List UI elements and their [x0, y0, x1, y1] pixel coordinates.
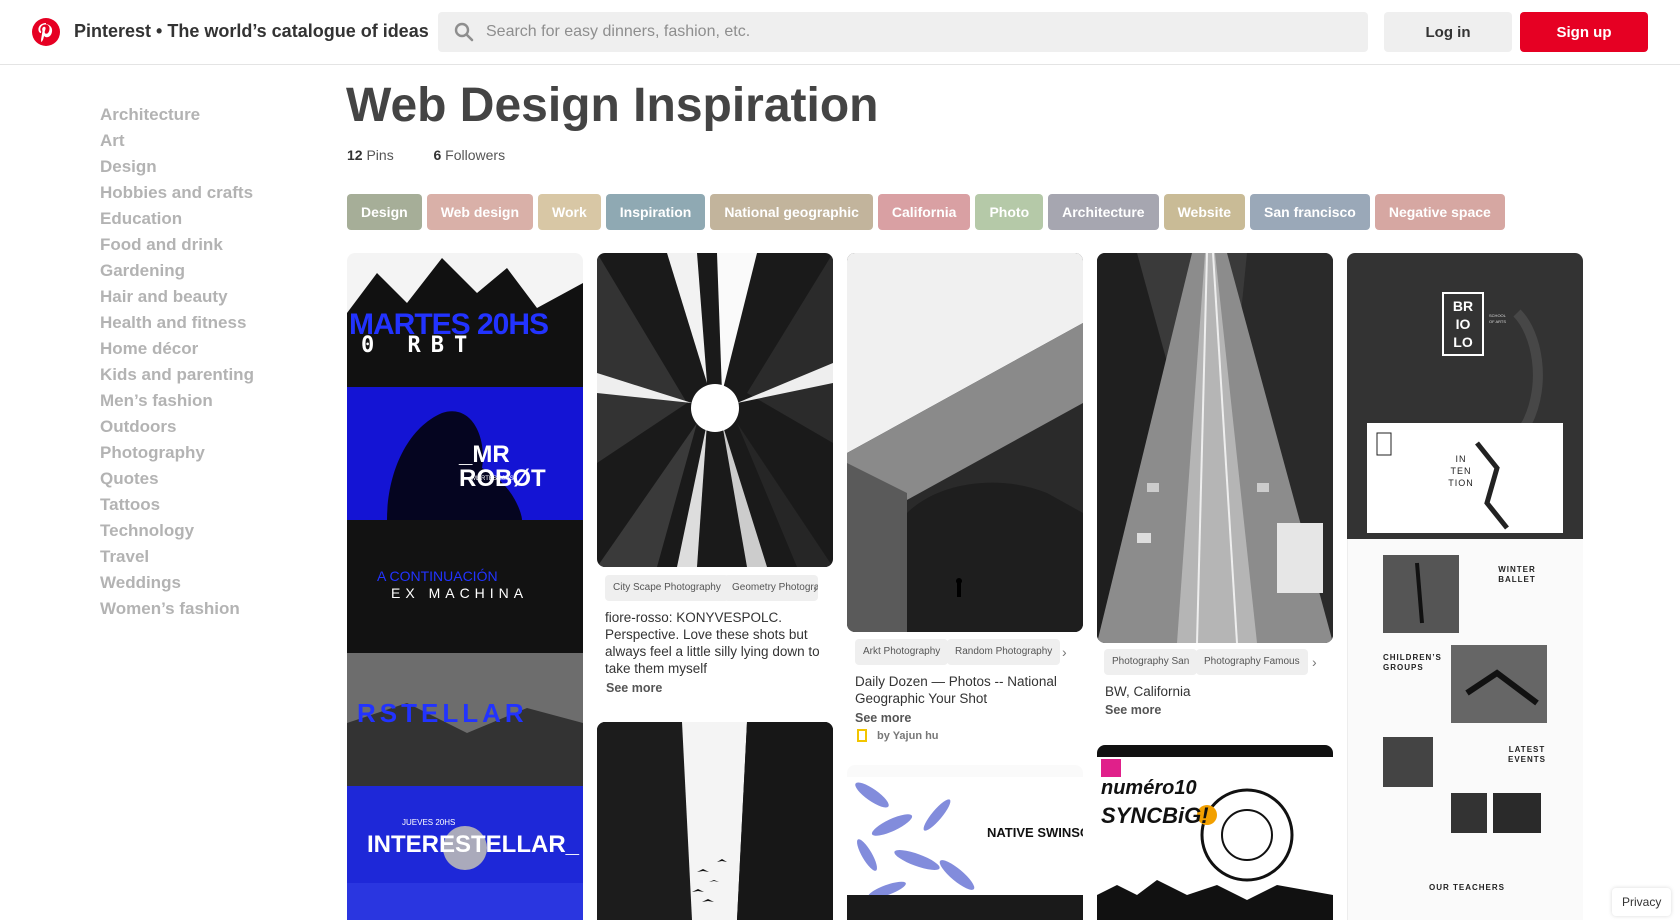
sidebar-item-kids[interactable]: Kids and parenting [100, 362, 310, 388]
pin-mr-robot-image[interactable]: MARTES 20HS 0 RBT _MR ROBØT MARTES 20HS … [347, 253, 583, 920]
privacy-link[interactable]: Privacy [1612, 888, 1672, 916]
pin-city-see-more[interactable]: See more [606, 681, 662, 695]
sidebar-item-gardening[interactable]: Gardening [100, 258, 310, 284]
jueves-text: JUEVES 20HS [402, 818, 456, 827]
tag-inspiration[interactable]: Inspiration [605, 194, 706, 230]
search-bar[interactable] [438, 12, 1368, 52]
board-title: Web Design Inspiration [346, 79, 879, 132]
pin-numero-headline: numéro10 [1101, 777, 1197, 799]
tag-california[interactable]: California [877, 194, 971, 230]
mr-robot-logo-text: _MR ROBØT [459, 441, 546, 492]
ex-machina-text: EX MACHINA [391, 585, 529, 601]
board-stats: 12 Pins 6 Followers [347, 147, 505, 163]
pin-bridge-natgeo-icon [857, 729, 867, 742]
followers-count[interactable]: 6 [433, 147, 441, 163]
pin-city-chip-1[interactable]: City Scape Photography [605, 575, 729, 601]
pin-briolo-children: CHILDREN’S GROUPS [1383, 653, 1442, 672]
sidebar-item-quotes[interactable]: Quotes [100, 466, 310, 492]
pin-bridge-chevron-icon[interactable]: › [1062, 644, 1067, 660]
pin-briolo-teachers: OUR TEACHERS [1428, 883, 1505, 892]
sidebar-item-outdoors[interactable]: Outdoors [100, 414, 310, 440]
tag-national-geographic[interactable]: National geographic [710, 194, 873, 230]
sidebar-item-health[interactable]: Health and fitness [100, 310, 310, 336]
sidebar-item-hair-beauty[interactable]: Hair and beauty [100, 284, 310, 310]
pin-native-image[interactable]: NATIVE SWINSO [847, 765, 1083, 920]
pin-bridge-image[interactable] [847, 253, 1083, 632]
sidebar-item-hobbies[interactable]: Hobbies and crafts [100, 180, 310, 206]
pin-street-see-more[interactable]: See more [1105, 703, 1161, 717]
pin-city-chevron-icon[interactable]: › [813, 580, 818, 596]
mr-robot-martes-small: MARTES 20HS [472, 476, 514, 482]
login-button[interactable]: Log in [1384, 12, 1512, 52]
tag-photo[interactable]: Photo [975, 194, 1044, 230]
pin-city-description[interactable]: fiore-rosso: KONYVESPOLC. Perspective. L… [605, 609, 825, 677]
tag-san-francisco[interactable]: San francisco [1250, 194, 1370, 230]
pin-alley-image[interactable] [597, 722, 833, 920]
continuacion-text: A CONTINUACIÓN [377, 568, 498, 584]
signup-button[interactable]: Sign up [1520, 12, 1648, 52]
category-sidebar: Architecture Art Design Hobbies and craf… [100, 102, 310, 622]
sidebar-item-womens-fashion[interactable]: Women’s fashion [100, 596, 310, 622]
sidebar-item-art[interactable]: Art [100, 128, 310, 154]
pin-street-chip-2[interactable]: Photography Famous [1196, 649, 1308, 675]
pin-city-chip-2[interactable]: Geometry Photography [724, 575, 818, 601]
pin-numero-image[interactable]: numéro10 SYNCBiG! [1097, 745, 1333, 920]
sidebar-item-mens-fashion[interactable]: Men’s fashion [100, 388, 310, 414]
top-bar: Pinterest • The world’s catalogue of ide… [0, 0, 1680, 65]
pins-label: Pins [366, 147, 394, 163]
search-input[interactable] [486, 12, 1346, 52]
sidebar-item-tattoos[interactable]: Tattoos [100, 492, 310, 518]
pin-bridge-byline[interactable]: by Yajun hu [877, 730, 939, 742]
tag-web-design[interactable]: Web design [426, 194, 533, 230]
pin-city-image[interactable] [597, 253, 833, 567]
pin-briolo-image[interactable]: BR IO LO SCHOOL OF ARTS IN TEN TION WINT… [1347, 253, 1583, 920]
sidebar-item-education[interactable]: Education [100, 206, 310, 232]
topic-tags: Design Web design Work Inspiration National … [347, 194, 1510, 230]
sidebar-item-design[interactable]: Design [100, 154, 310, 180]
pin-numero-sub: SYNCBiG! [1101, 803, 1209, 828]
pin-bridge-chip-1[interactable]: Arkt Photography [855, 639, 949, 665]
pin-street-chip-1[interactable]: Photography San [1104, 649, 1198, 675]
pin-briolo-logo: BR IO LO [1452, 298, 1474, 350]
followers-label[interactable]: Followers [445, 147, 505, 163]
pin-bridge-see-more[interactable]: See more [855, 711, 911, 725]
sidebar-item-weddings[interactable]: Weddings [100, 570, 310, 596]
pin-briolo-school: SCHOOL OF ARTS [1489, 313, 1507, 324]
sidebar-item-travel[interactable]: Travel [100, 544, 310, 570]
tag-architecture[interactable]: Architecture [1048, 194, 1159, 230]
pin-street-chevron-icon[interactable]: › [1312, 654, 1317, 670]
pinterest-logo-icon[interactable] [32, 18, 60, 46]
tag-website[interactable]: Website [1163, 194, 1246, 230]
pin-briolo-intention: IN TEN TION [1448, 454, 1474, 488]
tag-negative-space[interactable]: Negative space [1374, 194, 1505, 230]
interestellar-text: INTERESTELLAR_ [367, 831, 580, 858]
pin-bridge-chip-2[interactable]: Random Photography [947, 639, 1061, 665]
sidebar-item-food[interactable]: Food and drink [100, 232, 310, 258]
brand-title[interactable]: Pinterest • The world’s catalogue of ide… [74, 21, 429, 42]
sidebar-item-photography[interactable]: Photography [100, 440, 310, 466]
pin-street-description[interactable]: BW, California [1105, 683, 1325, 700]
search-icon [454, 22, 474, 47]
pin-briolo-latest: LATEST EVENTS [1507, 745, 1546, 764]
pin-briolo-winter: WINTER BALLET [1498, 565, 1536, 584]
pin-street-image[interactable] [1097, 253, 1333, 643]
mr-robot-robot-text: 0 RBT [361, 333, 478, 358]
sidebar-item-architecture[interactable]: Architecture [100, 102, 310, 128]
pins-count: 12 [347, 147, 363, 163]
tag-design[interactable]: Design [347, 194, 422, 230]
pin-native-headline: NATIVE SWINSO [987, 825, 1083, 840]
sidebar-item-home-decor[interactable]: Home décor [100, 336, 310, 362]
tag-work[interactable]: Work [538, 194, 601, 230]
sidebar-item-technology[interactable]: Technology [100, 518, 310, 544]
pin-bridge-description[interactable]: Daily Dozen — Photos -- National Geograp… [855, 673, 1075, 707]
interstellar-letters: RSTELLAR [357, 698, 528, 728]
